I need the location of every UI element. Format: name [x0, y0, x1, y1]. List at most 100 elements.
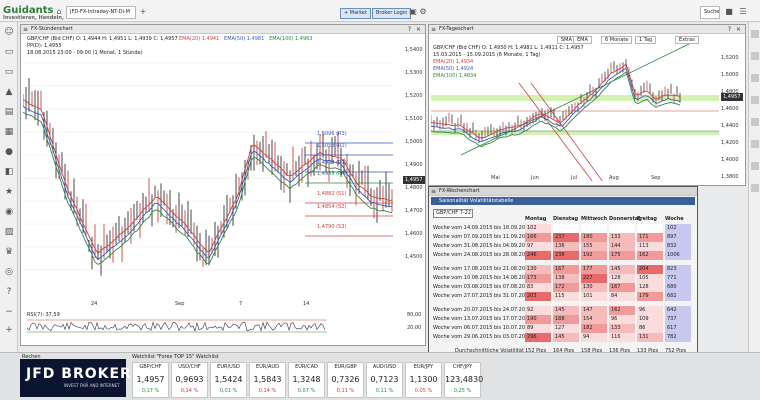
watchlist-change: 0,14 %	[258, 388, 277, 394]
watchlist-card[interactable]: EUR/CAD 1,3248 0,07 %	[288, 362, 325, 398]
toolbar-button[interactable]	[751, 52, 759, 60]
trophy-icon[interactable]: ♛	[3, 246, 15, 258]
toolbar-button[interactable]	[751, 140, 759, 148]
watchlist-card[interactable]: EUR/GBP 0,7326 0,11 %	[327, 362, 364, 398]
add-tab-icon[interactable]: +	[138, 7, 148, 17]
table-cell: 680	[665, 283, 691, 292]
watchlist-card[interactable]: EUR/USD 1,5424 0,01 %	[210, 362, 247, 398]
ticket-icon[interactable]: ◧	[3, 166, 15, 178]
avatar[interactable]: ☺	[3, 26, 15, 38]
y-tick: 1,4000	[721, 157, 739, 163]
week-label: Woche vom 06.07.2015 bis 10.07.2015	[433, 325, 532, 331]
week-label: Woche vom 24.08.2015 bis 28.08.2015	[433, 252, 532, 258]
briefcase-icon[interactable]: ▤	[3, 106, 15, 118]
watchlist-card[interactable]: GBP/CHF 1,4957 0,17 %	[132, 362, 169, 398]
table-cell: 642	[665, 306, 691, 315]
watchlist-card[interactable]: USD/CHF 0,9693 0,14 %	[171, 362, 208, 398]
daily-toolbar-item[interactable]: 6 Monate	[601, 36, 633, 44]
table-cell: 105	[637, 274, 663, 283]
y-tick: 1,4700	[405, 208, 423, 214]
close-icon[interactable]: ×	[416, 26, 421, 33]
week-label: Woche vom 07.09.2015 bis 11.09.2015	[433, 234, 532, 240]
cart-icon[interactable]: ▨	[3, 226, 15, 238]
toolbar-button[interactable]	[751, 118, 759, 126]
bell-icon[interactable]: ●	[3, 146, 15, 158]
target-icon[interactable]: ◎	[3, 266, 15, 278]
toolbar-button[interactable]	[751, 74, 759, 82]
y-tick: 1,5000	[721, 72, 739, 78]
minus-icon[interactable]: −	[3, 306, 15, 318]
x-tick: Jun	[531, 175, 539, 181]
table-row: Woche vom 24.08.2015 bis 28.08.2015 246 23…	[433, 251, 695, 260]
table-cell	[581, 224, 607, 233]
rsi-line	[27, 321, 326, 332]
daily-toolbar-item[interactable]: 1 Tag	[635, 36, 657, 44]
table-cell: 897	[665, 233, 691, 242]
help-icon[interactable]: ?	[728, 26, 731, 33]
chart-icon[interactable]: ▲	[3, 86, 15, 98]
help-icon[interactable]: ?	[3, 286, 15, 298]
watchlist-card[interactable]: EUR/JPY 1,1300 0,05 %	[405, 362, 442, 398]
toolbar-button[interactable]	[751, 184, 759, 192]
table-cell: 167	[609, 283, 635, 292]
pivot-label: 1,4854 (S2)	[317, 204, 347, 210]
user-menu-icon[interactable]: ☰	[738, 7, 748, 17]
watchlist-card[interactable]: EUR/AUD 1,5843 0,14 %	[249, 362, 286, 398]
table-cell: 175	[609, 251, 635, 260]
table-cell: 192	[581, 251, 607, 260]
plus-icon[interactable]: +	[3, 324, 15, 336]
watchlist-symbol: CHF/JPY	[452, 364, 473, 370]
search-field[interactable]: Suche	[700, 6, 720, 19]
table-cell: 682	[665, 292, 691, 301]
table-cell: 145	[609, 265, 635, 274]
hourly-chart-title: FX-Stundenchart	[21, 25, 425, 34]
watchlist-panel-title: Watchlist "Forex TOP 15" Watchlist	[132, 354, 219, 360]
jfd-brokers-logo: JFD BROKERS INVEST FAIR AND INTERNET	[20, 359, 142, 397]
hourly-ema-legend: EMA(20) 1,4941 EMA(50) 1,4981 EMA(100) 1…	[179, 36, 313, 42]
desktop-icon[interactable]: ▭	[3, 46, 15, 58]
instrument-select[interactable]: GBP/CHF 7-22	[433, 209, 473, 218]
tab-workspace[interactable]: JFD-FX-Intraday-NT-Di-M	[66, 6, 136, 19]
settings-icon[interactable]: ⚙	[418, 7, 428, 17]
table-cell: 832	[665, 242, 691, 251]
pin-icon[interactable]: ◉	[3, 206, 15, 218]
daily-toolbar-item[interactable]: Extras	[675, 36, 699, 44]
window-menu-icon[interactable]: ≡	[23, 26, 28, 33]
toolbar-button[interactable]	[751, 162, 759, 170]
toolbar-button[interactable]	[751, 96, 759, 104]
table-row: Woche vom 29.06.2015 bis 03.07.2015 296 14…	[433, 333, 695, 342]
watchlist-card[interactable]: CHF/JPY 123,4830 0,25 %	[444, 362, 483, 398]
monitor-icon[interactable]: ▭	[3, 66, 15, 78]
close-icon[interactable]: ×	[736, 26, 741, 33]
help-icon[interactable]: ?	[408, 26, 411, 33]
week-label: Woche vom 13.07.2015 bis 17.07.2015	[433, 316, 532, 322]
table-cell: 172	[553, 283, 579, 292]
watchlist-symbol: USD/CHF	[178, 364, 201, 370]
star-icon[interactable]: ★	[3, 186, 15, 198]
flag-icon[interactable]: ■	[724, 7, 734, 17]
watchlist-price: 1,5843	[253, 375, 282, 384]
save-icon[interactable]: ▣	[408, 7, 418, 17]
hourly-chart-window[interactable]: FX-Stundenchart ≡ ? × GBP/CHF (Bid CHF) …	[20, 24, 426, 346]
watchlist-change: 0,11 %	[375, 388, 394, 394]
table-column-header: Freitag	[637, 216, 658, 222]
watchlist-card[interactable]: AUD/USD 0,7123 0,11 %	[366, 362, 403, 398]
watchlist-symbol: EUR/AUD	[256, 364, 279, 370]
window-menu-icon[interactable]: ≡	[431, 26, 436, 33]
daily-toolbar-item[interactable]: EMA	[573, 36, 592, 44]
app-window: Guidants Investieren, Handeln, Gewinnen …	[0, 0, 760, 400]
table-cell: 782	[665, 333, 691, 342]
daily-chart-window[interactable]: FX-Tageschart ≡ ? × GBP/CHF (Bid CHF) O:…	[428, 24, 746, 186]
broker-login-button[interactable]: Broker Login	[372, 8, 412, 19]
market-button[interactable]: + Market	[340, 8, 371, 19]
week-label: Woche vom 31.08.2015 bis 04.09.2015	[433, 243, 532, 249]
y-tick: 1,4200	[721, 140, 739, 146]
table-cell: 204	[637, 265, 663, 274]
toolbar-button[interactable]	[751, 30, 759, 38]
calendar-icon[interactable]: ▦	[3, 126, 15, 138]
table-cell: 130	[525, 265, 551, 274]
home-icon[interactable]: ⌂	[54, 7, 64, 17]
window-menu-icon[interactable]: ≡	[431, 188, 436, 195]
x-tick: 24	[91, 301, 98, 307]
pivot-label: 1,4994 (R1)	[317, 160, 347, 166]
